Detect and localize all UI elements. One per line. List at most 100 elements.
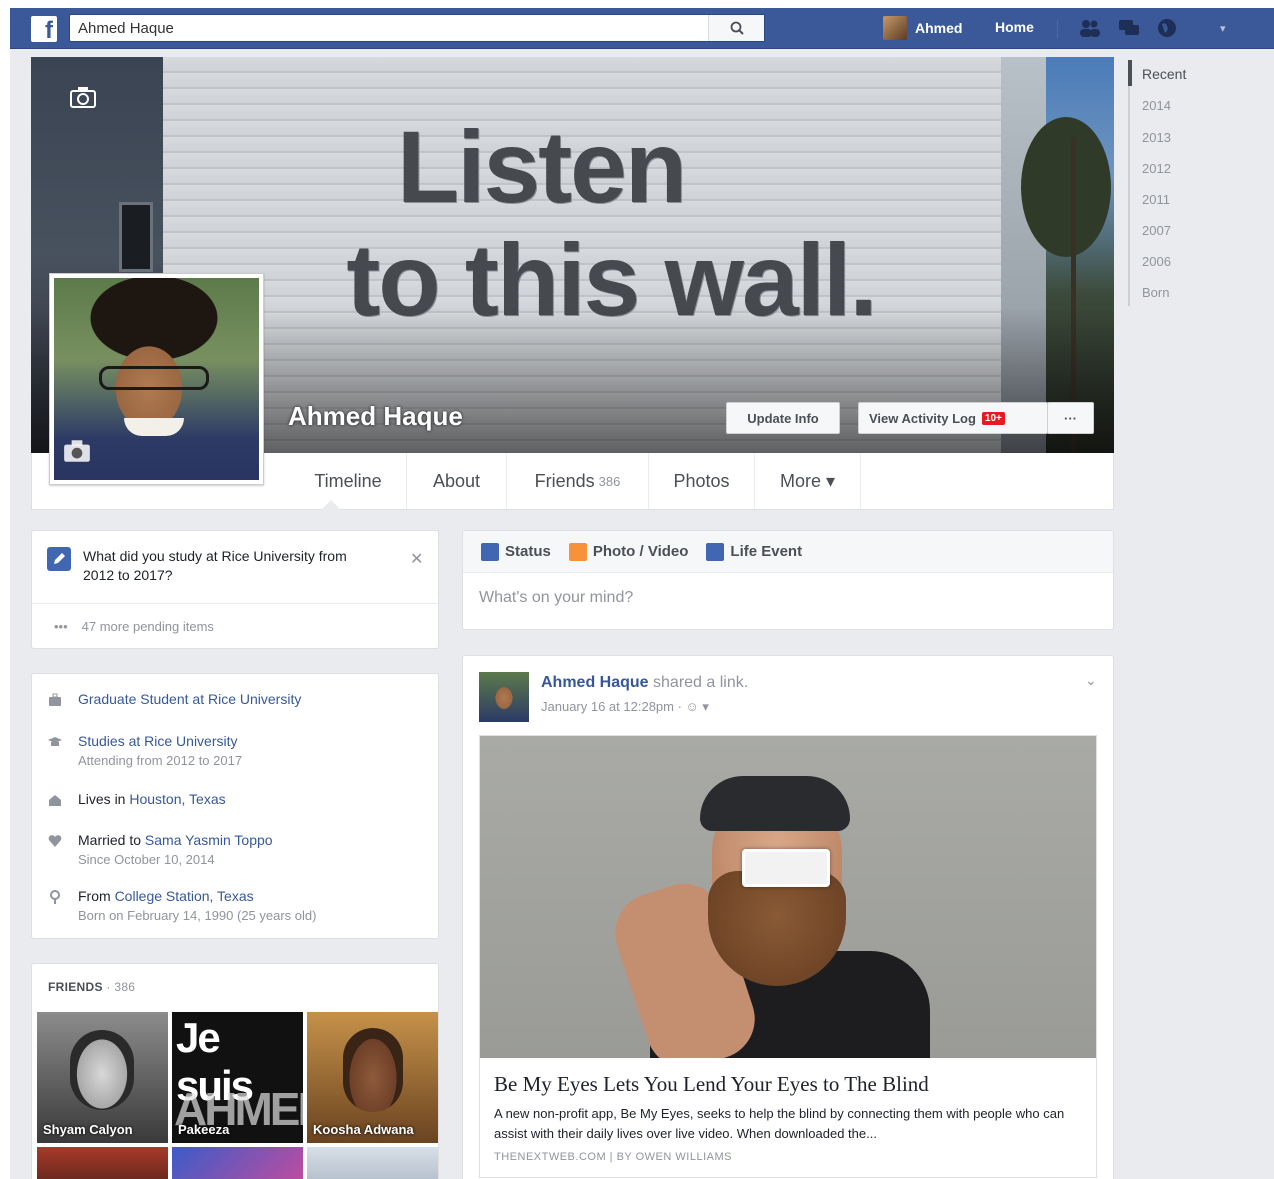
composer-input[interactable]: What's on your mind? (479, 589, 633, 607)
friend-tile[interactable] (307, 1147, 438, 1179)
post-card: Ahmed Haque shared a link. January 16 at… (462, 655, 1114, 1179)
search-icon (730, 21, 744, 35)
friends-heading[interactable]: FRIENDS · 386 (48, 980, 135, 994)
pending-dots-icon: ••• (54, 619, 68, 634)
composer-tabs: Status Photo / Video Life Event (463, 531, 1113, 573)
friends-card: FRIENDS · 386 Shyam Calyon Je suis AHMED… (31, 963, 439, 1179)
prompt-question[interactable]: What did you study at Rice University fr… (83, 547, 373, 585)
messages-icon[interactable] (1117, 17, 1141, 39)
friend-tile[interactable] (37, 1147, 168, 1179)
cover-window (119, 202, 153, 272)
friend-name: Shyam Calyon (43, 1122, 133, 1137)
camera-icon[interactable] (62, 438, 92, 464)
photo-icon (568, 542, 587, 561)
activity-badge: 10+ (981, 411, 1005, 425)
glasses (99, 366, 209, 390)
study-row: Studies at Rice University Attending fro… (48, 732, 242, 770)
friends-count: 386 (598, 473, 621, 489)
year-link[interactable]: 2014 (1142, 98, 1171, 113)
post-header: Ahmed Haque shared a link. (541, 674, 749, 691)
briefcase-icon (49, 693, 61, 706)
search-button[interactable] (708, 15, 764, 41)
year-link[interactable]: 2013 (1142, 130, 1171, 145)
lives-place[interactable]: Houston, Texas (129, 791, 225, 807)
photo-video-tab[interactable]: Photo / Video (568, 542, 688, 561)
heart-icon (48, 835, 62, 847)
search-box (69, 14, 765, 42)
more-options-button[interactable]: ··· (1047, 402, 1094, 434)
intro-card: Graduate Student at Rice University Stud… (31, 673, 439, 939)
tab-about[interactable]: About (407, 453, 507, 509)
wall-text-line1: Listen (396, 110, 687, 224)
home-icon (49, 795, 61, 806)
link-preview[interactable]: Be My Eyes Lets You Lend Your Eyes to Th… (479, 735, 1097, 1178)
settings-dropdown[interactable]: ▾ (1220, 22, 1226, 35)
spouse-name[interactable]: Sama Yasmin Toppo (145, 832, 273, 848)
link-preview-image (480, 736, 1096, 1058)
chevron-down-icon[interactable]: ⌄ (1085, 672, 1097, 689)
link-title[interactable]: Be My Eyes Lets You Lend Your Eyes to Th… (494, 1072, 929, 1097)
nav-avatar (883, 16, 907, 40)
friend-tile[interactable]: Je suis AHMED Pakeeza (172, 1012, 303, 1143)
tab-timeline[interactable]: Timeline (290, 453, 407, 509)
profile-picture[interactable] (49, 273, 264, 485)
nav-profile-link[interactable]: Ahmed (883, 16, 962, 40)
hometown-row: From College Station, Texas Born on Febr… (48, 887, 316, 925)
close-icon[interactable]: ✕ (410, 549, 423, 569)
tab-friends[interactable]: Friends 386 (507, 453, 649, 509)
post-author-avatar[interactable] (479, 672, 529, 722)
profile-prompt-card: What did you study at Rice University fr… (31, 530, 439, 649)
year-link[interactable]: 2011 (1142, 192, 1170, 207)
birth-date: Born on February 14, 1990 (25 years old) (78, 908, 317, 923)
lives-row: Lives in Houston, Texas (48, 790, 226, 809)
active-tab-pointer (321, 500, 341, 510)
friend-tile[interactable]: Koosha Adwana (307, 1012, 438, 1143)
edit-icon (47, 547, 71, 571)
facebook-logo[interactable]: f (31, 16, 57, 42)
location-pin-icon (50, 890, 60, 904)
year-link[interactable]: 2007 (1142, 223, 1171, 238)
post-timestamp[interactable]: January 16 at 12:28pm · ☺ ▾ (541, 699, 709, 715)
work-row: Graduate Student at Rice University (48, 690, 301, 709)
friend-name: Koosha Adwana (313, 1122, 414, 1137)
nav-user-name: Ahmed (915, 20, 963, 36)
notifications-globe-icon[interactable] (1155, 17, 1179, 39)
settings-chevron-icon: ▾ (1220, 23, 1226, 35)
tab-more[interactable]: More ▾ (755, 453, 861, 509)
married-since: Since October 10, 2014 (78, 852, 215, 867)
work-text[interactable]: Graduate Student at Rice University (78, 691, 301, 707)
status-tab[interactable]: Status (481, 542, 551, 561)
study-text[interactable]: Studies at Rice University (78, 732, 242, 751)
life-event-tab[interactable]: Life Event (706, 542, 802, 561)
year-link[interactable]: 2006 (1142, 254, 1171, 269)
friend-name: Pakeeza (178, 1122, 230, 1137)
link-source: THENEXTWEB.COM | BY OWEN WILLIAMS (494, 1151, 732, 1163)
study-dates: Attending from 2012 to 2017 (78, 753, 243, 768)
update-info-button[interactable]: Update Info (726, 402, 840, 434)
hometown-place[interactable]: College Station, Texas (115, 888, 254, 904)
graduation-cap-icon (48, 737, 62, 746)
relationship-row: Married to Sama Yasmin Toppo Since Octob… (48, 831, 273, 869)
link-description: A new non-profit app, Be My Eyes, seeks … (494, 1106, 1065, 1141)
more-dots-icon: ··· (1064, 410, 1077, 426)
post-author-name[interactable]: Ahmed Haque (541, 674, 649, 691)
year-link[interactable]: Recent (1142, 66, 1186, 82)
composer-card: Status Photo / Video Life Event What's o… (462, 530, 1114, 630)
profile-name[interactable]: Ahmed Haque (288, 401, 463, 432)
pending-items-link[interactable]: ••• 47 more pending items (32, 603, 438, 649)
nav-home-link[interactable]: Home (995, 19, 1034, 35)
search-input[interactable] (70, 15, 710, 41)
facebook-window: f Ahmed Home ▾ (10, 8, 1274, 1179)
nav-divider (1057, 20, 1058, 38)
phone (742, 849, 830, 887)
tab-photos[interactable]: Photos (649, 453, 755, 509)
pencil-icon (481, 542, 499, 561)
view-activity-log-button[interactable]: View Activity Log 10+ (858, 402, 1048, 434)
year-link[interactable]: Born (1142, 285, 1169, 300)
friend-tile[interactable] (172, 1147, 303, 1179)
flag-icon (706, 542, 725, 561)
year-link[interactable]: 2012 (1142, 161, 1171, 176)
friend-requests-icon[interactable] (1078, 17, 1102, 39)
friend-tile[interactable]: Shyam Calyon (37, 1012, 168, 1143)
camera-icon[interactable] (69, 85, 97, 109)
